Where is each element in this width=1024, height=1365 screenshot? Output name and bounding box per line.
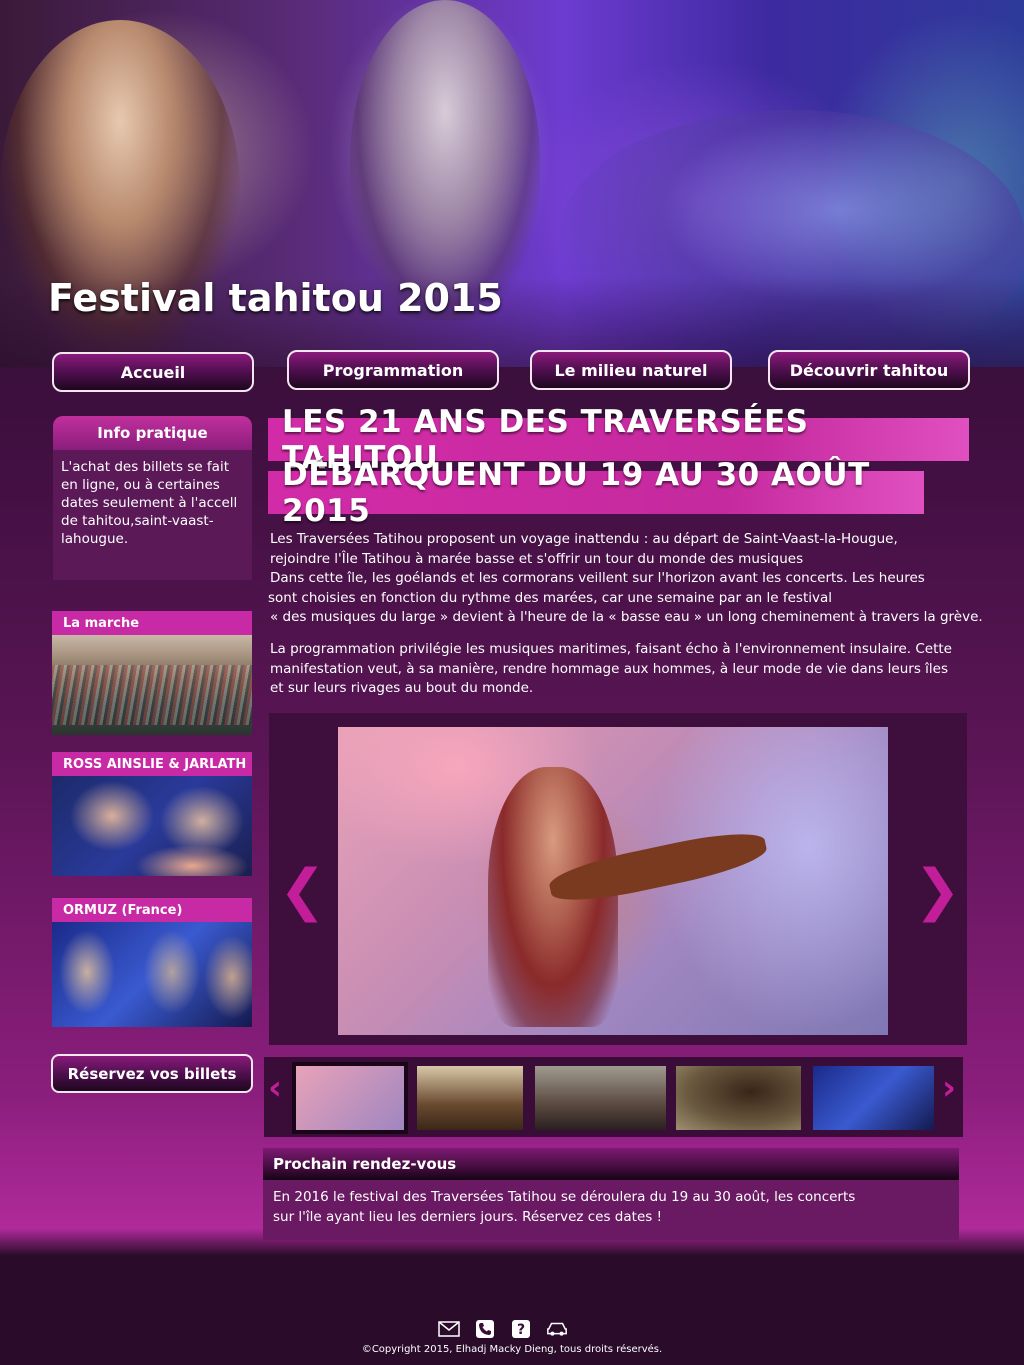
nav-milieu-naturel-button[interactable]: Le milieu naturel xyxy=(530,350,732,390)
programme-line: et sur leurs rivages au bout du monde. xyxy=(270,680,534,696)
intro-line: rejoindre l'Île Tatihou à marée basse et… xyxy=(270,550,804,567)
thumbnail-1[interactable] xyxy=(292,1062,408,1134)
nav-label: Accueil xyxy=(120,362,186,382)
mail-icon[interactable] xyxy=(438,1319,460,1339)
thumbnail-2[interactable] xyxy=(417,1066,523,1130)
car-icon[interactable] xyxy=(546,1319,568,1339)
nav-accueil-button[interactable]: Accueil xyxy=(52,352,254,392)
slider-next-arrow[interactable]: ❯ xyxy=(914,863,961,919)
image-slider: ❮ ❯ xyxy=(269,713,967,1045)
ross-ainslie-image xyxy=(52,776,252,876)
next-event-line: sur l'île ayant lieu les derniers jours.… xyxy=(273,1208,662,1225)
slider-violinist-image xyxy=(338,727,888,1035)
hero-banner: Festival tahitou 2015 xyxy=(0,0,1024,367)
next-event-box: Prochain rendez-vous En 2016 le festival… xyxy=(263,1148,959,1240)
programme-line: La programmation privilégie les musiques… xyxy=(270,641,952,657)
thumbs-prev-arrow[interactable]: ‹ xyxy=(268,1071,282,1105)
thumbnail-3[interactable] xyxy=(535,1066,666,1130)
reserve-label: Réservez vos billets xyxy=(67,1064,237,1083)
headline-line-1: LES 21 ANS DES TRAVERSÉES TAHITOU xyxy=(268,404,969,476)
ormuz-image xyxy=(52,922,252,1027)
sidebar-card-la-marche[interactable]: La marche xyxy=(52,611,252,735)
info-pratique-text: L'achat des billets se fait en ligne, ou… xyxy=(61,459,238,547)
phone-icon[interactable] xyxy=(474,1319,496,1339)
svg-text:?: ? xyxy=(517,1322,525,1338)
thumbnail-5[interactable] xyxy=(813,1066,934,1130)
intro-line: Les Traversées Tatihou proposent un voya… xyxy=(270,531,898,547)
next-event-text: En 2016 le festival des Traversées Tatih… xyxy=(263,1180,959,1235)
sidebar-card-caption: ORMUZ (France) xyxy=(52,898,252,922)
la-marche-image xyxy=(52,635,252,735)
sidebar-card-ross-ainslie[interactable]: ROSS AINSLIE & JARLATH xyxy=(52,752,252,876)
hero-audience-image xyxy=(560,110,1024,360)
next-event-line: En 2016 le festival des Traversées Tatih… xyxy=(273,1189,856,1205)
programme-paragraph: La programmation privilégie les musiques… xyxy=(270,640,1010,699)
programme-line: manifestation veut, à sa manière, rendre… xyxy=(270,660,948,677)
sidebar-card-caption: ROSS AINSLIE & JARLATH xyxy=(52,752,252,776)
headline-line-2: DÉBARQUENT DU 19 AU 30 AOÛT 2015 xyxy=(268,457,924,529)
copyright-text: ©Copyright 2015, Elhadj Macky Dieng, tou… xyxy=(361,1344,663,1355)
sidebar-card-ormuz[interactable]: ORMUZ (France) xyxy=(52,898,252,1027)
intro-line: « des musiques du large » devient à l'he… xyxy=(270,609,983,625)
nav-label: Le milieu naturel xyxy=(554,360,708,380)
nav-label: Programmation xyxy=(322,360,464,380)
intro-line: sont choisies en fonction du rythme des … xyxy=(268,589,833,606)
slider-prev-arrow[interactable]: ❮ xyxy=(279,863,326,919)
thumbs-next-arrow[interactable]: › xyxy=(942,1071,956,1105)
nav-programmation-button[interactable]: Programmation xyxy=(287,350,499,390)
nav-label: Découvrir tahitou xyxy=(789,360,949,380)
sidebar-card-caption: La marche xyxy=(52,611,252,635)
intro-line: Dans cette île, les goélands et les corm… xyxy=(270,570,925,586)
thumbnail-strip: ‹ › xyxy=(264,1057,963,1137)
hero-singer-image xyxy=(350,0,540,320)
page-title: Festival tahitou 2015 xyxy=(48,276,503,320)
intro-paragraph: Les Traversées Tatihou proposent un voya… xyxy=(268,530,1010,628)
nav-decouvrir-button[interactable]: Découvrir tahitou xyxy=(768,350,970,390)
footer-icons: ? xyxy=(438,1319,568,1339)
info-pratique-box: Info pratique L'achat des billets se fai… xyxy=(53,416,252,580)
help-icon[interactable]: ? xyxy=(510,1319,532,1339)
info-pratique-title: Info pratique xyxy=(53,416,252,450)
reserve-tickets-button[interactable]: Réservez vos billets xyxy=(51,1054,253,1093)
thumbnail-4[interactable] xyxy=(676,1066,801,1130)
next-event-title: Prochain rendez-vous xyxy=(263,1148,959,1180)
